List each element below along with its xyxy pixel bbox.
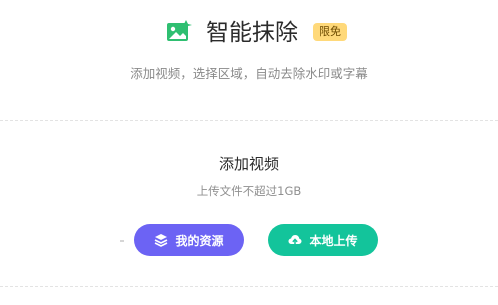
image-icon (167, 20, 192, 41)
subtitle: 添加视频，选择区域，自动去除水印或字幕 (130, 66, 368, 81)
layers-icon (155, 234, 168, 247)
divider (0, 120, 498, 121)
header: 智能抹除 限免 (0, 16, 498, 50)
cloud-upload-icon (288, 235, 302, 246)
divider (0, 286, 498, 287)
page-title: 智能抹除 (206, 20, 298, 46)
decorative-mark (120, 240, 124, 242)
local-upload-label: 本地上传 (309, 233, 358, 248)
upload-hint: 上传文件不超过1GB (196, 184, 302, 198)
my-resources-label: 我的资源 (175, 233, 224, 248)
free-badge: 限免 (313, 23, 347, 41)
my-resources-button[interactable]: 我的资源 (134, 224, 244, 256)
local-upload-button[interactable]: 本地上传 (268, 224, 378, 256)
upload-title: 添加视频 (218, 155, 279, 173)
